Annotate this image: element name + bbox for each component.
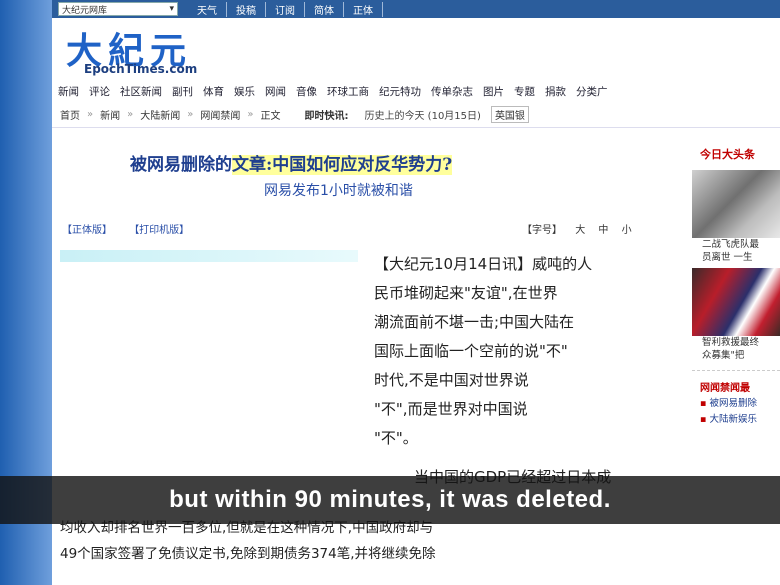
breadcrumb-item[interactable]: 大陆新闻 (140, 107, 180, 122)
headline-caption[interactable]: 智利救援最终 (692, 336, 780, 349)
font-size-small[interactable]: 小 (622, 225, 632, 236)
breadcrumb-item[interactable]: 首页 (60, 107, 80, 122)
history-today-link[interactable]: 历史上的今天 (10月15日) (365, 107, 481, 122)
site-select-value: 大纪元网库 (62, 5, 108, 16)
chevron-down-icon: ▾ (169, 4, 174, 14)
nav-item[interactable]: 社区新闻 (120, 84, 162, 99)
article-tools: 【正体版】 【打印机版】 (62, 221, 203, 236)
nav-item[interactable]: 网闻 (265, 84, 286, 99)
print-version-link[interactable]: 【打印机版】 (129, 225, 189, 236)
article-line: 【大纪元10月14日讯】威吨的人 (374, 255, 593, 273)
top-link-submit[interactable]: 投稿 (227, 1, 266, 17)
article-line: "不"。 (374, 429, 418, 447)
breadcrumb: 首页 » 新闻 » 大陆新闻 » 网闻禁闻 » 正文 即时快讯: 历史上的今天 … (52, 102, 780, 128)
nav-item[interactable]: 体育 (203, 84, 224, 99)
video-subtitle-caption: but within 90 minutes, it was deleted. (0, 476, 780, 524)
article-line: "不",而是世界对中国说 (374, 400, 528, 418)
top-link-traditional[interactable]: 正体 (344, 1, 383, 17)
top-link-weather[interactable]: 天气 (188, 1, 227, 17)
font-size-controls: 【字号】 大 中 小 (522, 221, 642, 236)
headline-caption[interactable]: 员离世 一生 (692, 251, 780, 264)
sidebar-section-heading: 网闻禁闻最 (692, 370, 780, 396)
nav-item[interactable]: 分类广 (576, 84, 608, 99)
ticker-item[interactable]: 英国银 (490, 106, 529, 123)
quick-news-label: 即时快讯: (304, 111, 349, 122)
top-links: 天气 投稿 订阅 简体 正体 (188, 1, 383, 17)
subtitle-text: but within 90 minutes, it was deleted. (169, 486, 611, 513)
article-line: 民币堆砌起来"友谊",在世界 (374, 284, 558, 302)
nav-item[interactable]: 环球工商 (327, 84, 369, 99)
headline-caption[interactable]: 众募集"把 (692, 349, 780, 362)
article-line: 潮流面前不堪一击;中国大陆在 (374, 313, 575, 331)
font-size-large[interactable]: 大 (575, 225, 585, 236)
nav-item[interactable]: 纪元特功 (379, 84, 421, 99)
breadcrumb-item: 正文 (260, 111, 281, 122)
breadcrumb-item[interactable]: 网闻禁闻 (200, 107, 240, 122)
nav-item[interactable]: 娱乐 (234, 84, 255, 99)
font-size-label: 【字号】 (522, 225, 562, 236)
title-prefix: 被网易删除的 (130, 155, 232, 175)
site-logo[interactable]: 大紀元 EpochTimes.com (52, 18, 780, 80)
breadcrumb-separator: » (127, 109, 134, 120)
font-size-medium[interactable]: 中 (598, 225, 608, 236)
article-body: 【大纪元10月14日讯】威吨的人 民币堆砌起来"友谊",在世界 潮流面前不堪一击… (374, 250, 674, 492)
headline-caption[interactable]: 二战飞虎队最 (692, 238, 780, 251)
article-title: 被网易删除的文章:中国如何应对反华势力? (130, 150, 453, 175)
sidebar-link[interactable]: 被网易删除 (700, 396, 780, 412)
top-link-simplified[interactable]: 简体 (305, 1, 344, 17)
headline-photo[interactable] (692, 268, 780, 336)
nav-item[interactable]: 副刊 (172, 84, 193, 99)
title-highlight: 文章:中国如何应对反华势力? (232, 155, 453, 175)
nav-item[interactable]: 捐款 (545, 84, 566, 99)
article-line: 国际上面临一个空前的说"不" (374, 342, 568, 360)
site-select[interactable]: 大纪元网库 ▾ (58, 2, 178, 16)
top-bar: 大纪元网库 ▾ 天气 投稿 订阅 简体 正体 (52, 0, 780, 18)
nav-item[interactable]: 音像 (296, 84, 317, 99)
traditional-version-link[interactable]: 【正体版】 (62, 225, 112, 236)
cyan-divider-bar (60, 250, 358, 262)
article-line: 时代,不是中国对世界说 (374, 371, 529, 389)
nav-item[interactable]: 图片 (483, 84, 504, 99)
nav-item[interactable]: 评论 (89, 84, 110, 99)
article-line: 49个国家签署了免债议定书,免除到期债务374笔,并将继续免除 (60, 546, 436, 562)
breadcrumb-item[interactable]: 新闻 (100, 107, 120, 122)
top-link-subscribe[interactable]: 订阅 (266, 1, 305, 17)
breadcrumb-separator: » (187, 109, 194, 120)
nav-item[interactable]: 传单杂志 (431, 84, 473, 99)
main-nav: 新闻 评论 社区新闻 副刊 体育 娱乐 网闻 音像 环球工商 纪元特功 传单杂志… (52, 80, 780, 102)
nav-item[interactable]: 新闻 (58, 84, 79, 99)
headline-photo[interactable] (692, 170, 780, 238)
top-headlines-heading: 今日大头条 (700, 148, 755, 161)
article-subtitle: 网易发布1小时就被和谐 (264, 183, 413, 199)
breadcrumb-separator: » (87, 109, 94, 120)
sidebar-links: 被网易删除 大陆新娱乐 (692, 396, 780, 428)
nav-item[interactable]: 专题 (514, 84, 535, 99)
breadcrumb-separator: » (247, 109, 254, 120)
logo-english: EpochTimes.com (84, 62, 198, 76)
sidebar-link[interactable]: 大陆新娱乐 (700, 412, 780, 428)
